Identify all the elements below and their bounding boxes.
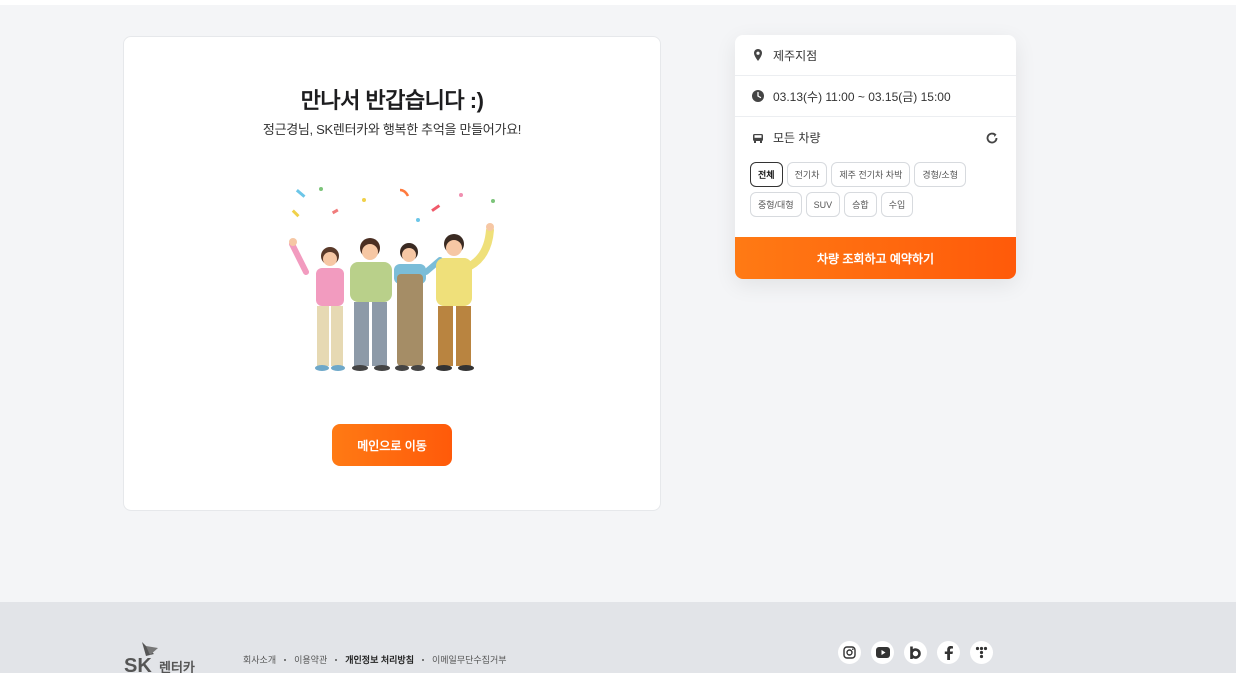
branch-selector[interactable]: 제주지점 — [735, 35, 1016, 76]
chip-jeju-ev-camping[interactable]: 제주 전기차 차박 — [831, 162, 911, 187]
reservation-panel: 제주지점 03.13(수) 11:00 ~ 03.15(금) 15:00 모든 … — [735, 35, 1016, 279]
footer-separator — [422, 658, 424, 661]
chip-all[interactable]: 전체 — [750, 162, 783, 187]
car-icon — [751, 131, 765, 145]
footer-link-terms[interactable]: 이용약관 — [294, 653, 327, 666]
sk-rentacar-logo[interactable]: SK 렌터카 — [124, 642, 204, 673]
chip-compact[interactable]: 경형/소형 — [914, 162, 966, 187]
car-filter-row: 모든 차량 — [735, 117, 1016, 158]
footer-separator — [335, 658, 338, 661]
welcome-title: 만나서 반갑습니다 :) — [300, 88, 484, 113]
footer-link-company[interactable]: 회사소개 — [243, 653, 276, 666]
chip-ev[interactable]: 전기차 — [786, 162, 828, 187]
welcome-card: 만나서 반갑습니다 :) 정근경님, SK렌터카와 행복한 추억을 만들어가요! — [123, 36, 661, 511]
branch-label: 제주지점 — [773, 48, 818, 63]
footer-link-privacy[interactable]: 개인정보 처리방침 — [345, 653, 414, 666]
facebook-icon[interactable] — [937, 641, 960, 664]
footer: SK 렌터카 회사소개 이용약관 개인정보 처리방침 이메일무단수집거부 — [0, 602, 1236, 673]
car-filter-label: 모든 차량 — [773, 131, 821, 145]
refresh-icon[interactable] — [984, 130, 1000, 146]
youtube-icon[interactable] — [871, 641, 894, 664]
kakao-story-icon[interactable] — [970, 641, 993, 664]
datetime-selector[interactable]: 03.13(수) 11:00 ~ 03.15(금) 15:00 — [735, 76, 1016, 117]
chip-midsize[interactable]: 중형/대형 — [750, 192, 802, 217]
chip-import[interactable]: 수입 — [880, 192, 914, 217]
datetime-label: 03.13(수) 11:00 ~ 03.15(금) 15:00 — [773, 89, 951, 104]
search-reserve-button[interactable]: 차량 조회하고 예약하기 — [735, 237, 1016, 279]
social-links — [838, 641, 993, 664]
chip-van[interactable]: 승합 — [844, 192, 877, 217]
car-category-chips: 전체 전기차 제주 전기차 차박 경형/소형 중형/대형 SUV 승합 수입 — [750, 162, 1006, 222]
go-main-button[interactable]: 메인으로 이동 — [332, 424, 452, 466]
footer-links: 회사소개 이용약관 개인정보 처리방침 이메일무단수집거부 — [243, 653, 507, 666]
top-strip — [0, 0, 1236, 5]
blog-icon[interactable] — [904, 641, 927, 664]
location-pin-icon — [751, 48, 765, 62]
svg-text:SK: SK — [124, 655, 152, 673]
welcome-subtitle: 정근경님, SK렌터카와 행복한 추억을 만들어가요! — [262, 122, 522, 137]
instagram-icon[interactable] — [838, 641, 861, 664]
clock-icon — [751, 89, 765, 103]
chip-suv[interactable]: SUV — [805, 192, 841, 217]
celebration-illustration — [289, 187, 495, 371]
footer-link-email-policy[interactable]: 이메일무단수집거부 — [432, 653, 507, 666]
footer-separator — [284, 658, 287, 661]
svg-text:렌터카: 렌터카 — [159, 660, 195, 673]
